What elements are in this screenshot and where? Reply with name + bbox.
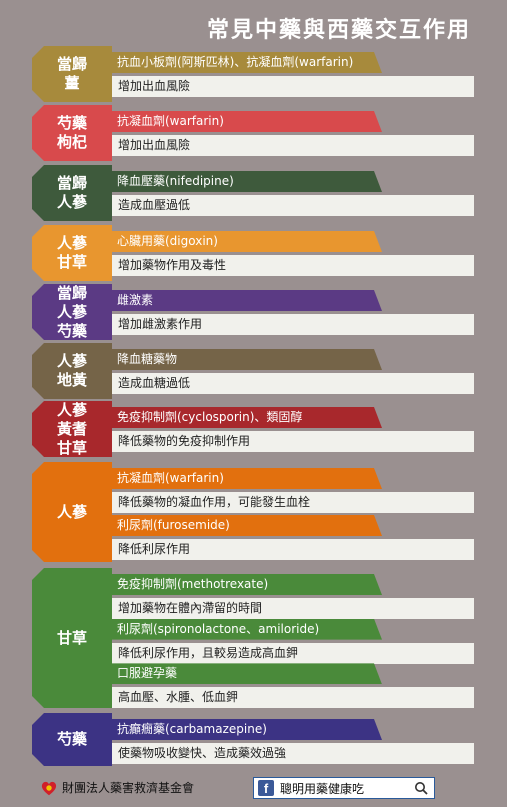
herb-name: 甘草 — [56, 438, 87, 457]
herb-name: 黃耆 — [56, 419, 87, 438]
search-icon[interactable] — [414, 781, 428, 795]
heart-logo-icon — [41, 781, 57, 796]
interaction-effect: 造成血糖過低 — [112, 373, 474, 394]
herb-block: 人蔘 黃耆 甘草 — [32, 401, 112, 457]
herb-block: 當歸 人蔘 芍藥 — [32, 284, 112, 340]
herb-name: 甘草 — [56, 628, 87, 647]
page-title: 常見中藥與西藥交互作用 — [206, 18, 471, 43]
interaction-effect: 降低藥物的免疫抑制作用 — [112, 431, 474, 452]
herb-name: 甘草 — [56, 253, 87, 271]
western-drug-label: 抗血小板劑(阿斯匹林)、抗凝血劑(warfarin) — [112, 52, 382, 73]
western-drug-label: 降血糖藥物 — [112, 349, 382, 370]
western-drug-label: 抗癲癇藥(carbamazepine) — [112, 719, 382, 740]
herb-name: 人蔘 — [56, 400, 87, 419]
herb-name: 人蔘 — [56, 302, 87, 321]
herb-name: 人蔘 — [56, 193, 87, 211]
interaction-effect: 造成血壓過低 — [112, 195, 474, 216]
herb-name: 當歸 — [56, 174, 87, 192]
western-drug-label: 利尿劑(spironolactone、amiloride) — [112, 618, 382, 640]
western-drug-label: 降血壓藥(nifedipine) — [112, 171, 382, 192]
interaction-effect: 降低利尿作用，且較易造成高血鉀 — [112, 642, 474, 664]
poster: 常見中藥與西藥交互作用 財團法人藥害救濟基金會 f 聰明用藥健康吃 當歸薑抗血小… — [0, 0, 507, 807]
western-drug-label: 口服避孕藥 — [112, 663, 382, 685]
interaction-effect: 降低藥物的凝血作用，可能發生血栓 — [112, 492, 474, 513]
herb-name: 芍藥 — [56, 730, 87, 748]
interaction-effect: 降低利尿作用 — [112, 539, 474, 560]
herb-block: 芍藥 — [32, 713, 112, 766]
herb-block: 甘草 — [32, 568, 112, 708]
interaction-effect: 增加雌激素作用 — [112, 314, 474, 335]
herb-name: 當歸 — [56, 283, 87, 302]
interaction-effect: 使藥物吸收變快、造成藥效過強 — [112, 743, 474, 764]
herb-name: 芍藥 — [56, 114, 87, 132]
interaction-effect: 增加出血風險 — [112, 135, 474, 156]
herb-name: 人蔘 — [56, 352, 87, 370]
herb-block: 芍藥 枸杞 — [32, 105, 112, 161]
herb-block: 當歸 人蔘 — [32, 165, 112, 221]
facebook-page-name: 聰明用藥健康吃 — [280, 781, 365, 796]
interaction-effect: 增加藥物在體內滯留的時間 — [112, 598, 474, 619]
facebook-search-box[interactable]: f 聰明用藥健康吃 — [253, 777, 435, 799]
herb-block: 人蔘 — [32, 462, 112, 562]
herb-name: 人蔘 — [56, 234, 87, 252]
western-drug-label: 抗凝血劑(warfarin) — [112, 468, 382, 489]
western-drug-label: 利尿劑(furosemide) — [112, 515, 382, 536]
western-drug-label: 雌激素 — [112, 290, 382, 311]
interaction-effect: 增加藥物作用及毒性 — [112, 255, 474, 276]
western-drug-label: 心臟用藥(digoxin) — [112, 231, 382, 252]
herb-name: 薑 — [64, 74, 80, 92]
western-drug-label: 免疫抑制劑(cyclosporin)、類固醇 — [112, 407, 382, 428]
interaction-effect: 高血壓、水腫、低血鉀 — [112, 687, 474, 709]
western-drug-label: 免疫抑制劑(methotrexate) — [112, 574, 382, 595]
interaction-effect: 增加出血風險 — [112, 76, 474, 97]
herb-name: 當歸 — [56, 55, 87, 73]
herb-name: 地黃 — [56, 371, 87, 389]
herb-block: 人蔘 甘草 — [32, 225, 112, 281]
facebook-icon: f — [258, 780, 274, 796]
western-drug-label: 抗凝血劑(warfarin) — [112, 111, 382, 132]
herb-block: 人蔘 地黃 — [32, 343, 112, 399]
herb-name: 芍藥 — [56, 321, 87, 340]
herb-block: 當歸薑 — [32, 46, 112, 102]
herb-name: 枸杞 — [56, 133, 87, 151]
organization-name: 財團法人藥害救濟基金會 — [62, 781, 195, 795]
herb-name: 人蔘 — [56, 502, 87, 521]
